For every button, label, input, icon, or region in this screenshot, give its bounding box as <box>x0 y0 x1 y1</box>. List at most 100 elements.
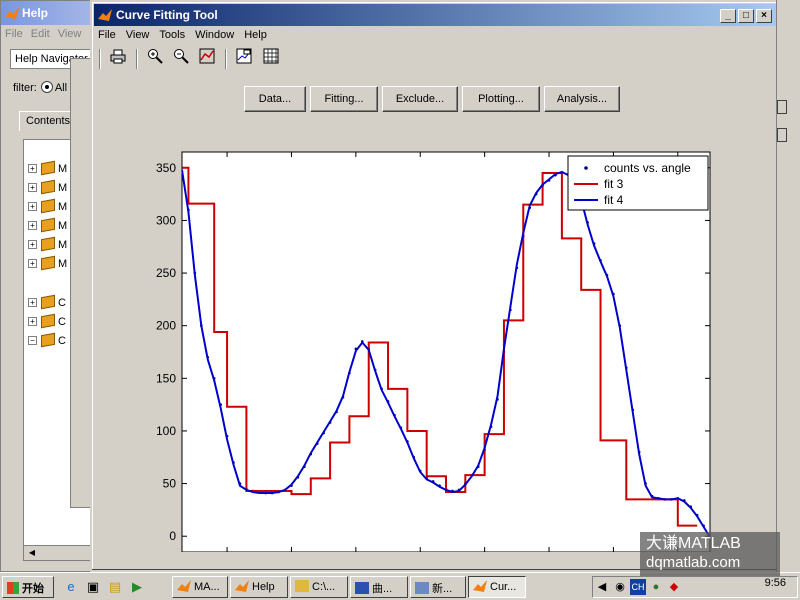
matlab-logo-icon <box>98 9 112 21</box>
print-icon[interactable] <box>107 48 129 70</box>
expand-icon[interactable]: + <box>28 221 37 230</box>
security-icon[interactable]: ◆ <box>666 579 682 595</box>
cft-button-row: Data... Fitting... Exclude... Plotting... An… <box>244 86 624 112</box>
tree-item[interactable]: + M <box>28 236 67 252</box>
windows-flag-icon <box>7 582 19 594</box>
y-tick-label: 350 <box>156 161 176 175</box>
expand-icon[interactable]: + <box>28 183 37 192</box>
folder-icon[interactable]: ▤ <box>106 578 124 596</box>
matlab-logo-icon <box>177 580 191 592</box>
task-help[interactable]: Help <box>230 576 288 598</box>
input-method-icon[interactable]: CH <box>630 579 646 595</box>
zoom-in-icon[interactable] <box>144 48 166 70</box>
data-cursor-icon[interactable] <box>196 48 218 70</box>
help-menu-edit[interactable]: Edit <box>31 28 50 40</box>
expand-icon[interactable]: + <box>28 202 37 211</box>
y-tick-label: 300 <box>156 213 176 227</box>
help-menubar: File Edit View <box>1 25 97 43</box>
task-explorer[interactable]: C:\... <box>290 576 348 598</box>
task-new[interactable]: 新... <box>410 576 466 598</box>
legend-icon[interactable] <box>233 48 255 70</box>
help-title-bar[interactable]: Help <box>1 1 97 25</box>
toolbar-separator <box>136 49 139 69</box>
globe-icon[interactable]: ● <box>648 579 664 595</box>
tree-item[interactable]: + M <box>28 255 67 271</box>
media-player-icon[interactable]: ▶ <box>128 578 146 596</box>
menu-view[interactable]: View <box>126 29 150 41</box>
curve-fitting-tool-window: Curve Fitting Tool _ □ × File View Tools Wind… <box>90 0 780 572</box>
tree-item[interactable]: + C <box>28 294 66 310</box>
tree-item[interactable]: − C <box>28 332 66 348</box>
maximize-button[interactable]: □ <box>738 9 754 23</box>
menu-tools[interactable]: Tools <box>159 29 185 41</box>
toolbar-separator <box>225 49 228 69</box>
legend-marker <box>584 166 588 170</box>
book-icon <box>41 313 55 329</box>
app-icon <box>415 582 429 594</box>
y-tick-label: 0 <box>169 529 176 543</box>
help-menu-file[interactable]: File <box>5 28 23 40</box>
exclude-button[interactable]: Exclude... <box>382 86 458 112</box>
tree-item[interactable]: + M <box>28 179 67 195</box>
y-tick-label: 50 <box>163 477 177 491</box>
ie-icon[interactable]: e <box>62 578 80 596</box>
tree-item[interactable]: + C <box>28 313 66 329</box>
desktop-icon[interactable]: ▣ <box>84 578 102 596</box>
network-icon[interactable]: ◉ <box>612 579 628 595</box>
cft-menubar: File View Tools Window Help <box>96 26 279 44</box>
book-icon <box>41 179 55 195</box>
tree-item[interactable]: + M <box>28 198 67 214</box>
task-word[interactable]: 曲... <box>350 576 408 598</box>
collapse-icon[interactable]: − <box>28 336 37 345</box>
y-tick-label: 250 <box>156 266 176 280</box>
task-curve-fitting[interactable]: Cur... <box>468 576 526 598</box>
plotting-button[interactable]: Plotting... <box>462 86 540 112</box>
data-button[interactable]: Data... <box>244 86 306 112</box>
task-matlab[interactable]: MA... <box>172 576 228 598</box>
book-icon <box>41 255 55 271</box>
book-icon <box>41 236 55 252</box>
expand-icon[interactable]: + <box>28 164 37 173</box>
filter-radio[interactable] <box>40 81 53 93</box>
menu-help[interactable]: Help <box>244 29 267 41</box>
legend[interactable]: counts vs. angle fit 3 fit 4 <box>567 155 709 211</box>
help-tree-hscrollbar[interactable]: ◀ <box>23 545 97 561</box>
matlab-logo-icon <box>235 580 249 592</box>
help-menu-view[interactable]: View <box>58 28 82 40</box>
book-icon <box>41 294 55 310</box>
expand-icon[interactable]: + <box>28 317 37 326</box>
start-button[interactable]: 开始 <box>2 576 54 598</box>
help-filter: filter: All <box>13 81 67 94</box>
zoom-out-icon[interactable] <box>170 48 192 70</box>
menu-window[interactable]: Window <box>195 29 234 41</box>
folder-icon <box>295 580 309 592</box>
book-icon <box>41 217 55 233</box>
legend-label: fit 3 <box>604 177 624 191</box>
matlab-logo-icon <box>5 7 19 19</box>
word-icon <box>355 582 369 594</box>
menu-file[interactable]: File <box>98 29 116 41</box>
scroll-left-icon[interactable]: ◀ <box>26 548 38 558</box>
volume-icon[interactable]: ◀ <box>594 579 610 595</box>
tree-item[interactable]: + M <box>28 160 67 176</box>
grid-icon[interactable] <box>260 48 282 70</box>
expand-icon[interactable]: + <box>28 240 37 249</box>
watermark-line-1: 大谦MATLAB <box>646 535 741 552</box>
expand-icon[interactable]: + <box>28 259 37 268</box>
close-button[interactable]: × <box>756 9 772 23</box>
cft-title-bar[interactable]: Curve Fitting Tool _ □ × <box>94 4 776 26</box>
cft-toolbar <box>96 48 283 74</box>
taskbar: 开始 e ▣ ▤ ▶ MA... Help C:\... 曲... 新... Cur.… <box>0 572 800 600</box>
start-label: 开始 <box>22 583 44 595</box>
toolbar-separator <box>99 49 101 69</box>
expand-icon[interactable]: + <box>28 298 37 307</box>
clock: 9:56 <box>764 577 786 589</box>
y-tick-label: 100 <box>156 424 176 438</box>
book-icon <box>41 332 55 348</box>
analysis-button[interactable]: Analysis... <box>544 86 620 112</box>
background-window-control <box>777 128 787 142</box>
fit-plot[interactable]: 0.511.522.533.54050100150200250300350 co… <box>92 122 782 552</box>
tree-item[interactable]: + M <box>28 217 67 233</box>
minimize-button[interactable]: _ <box>720 9 736 23</box>
fitting-button[interactable]: Fitting... <box>310 86 378 112</box>
